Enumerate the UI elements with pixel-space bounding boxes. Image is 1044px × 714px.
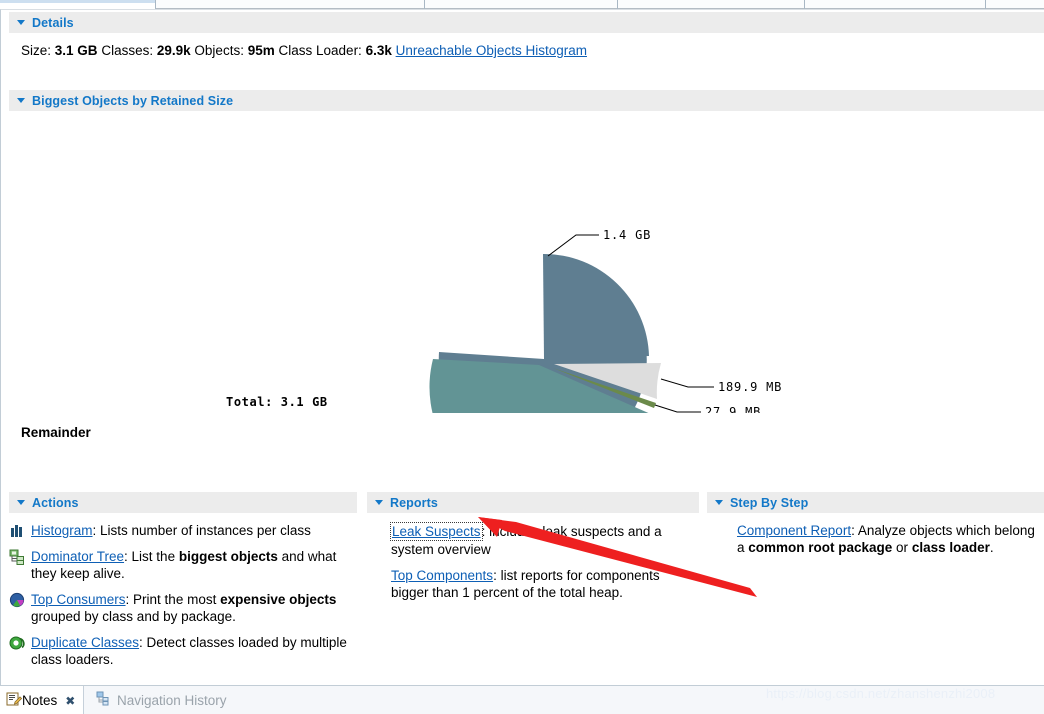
tab-navigation-history[interactable]: Navigation History xyxy=(88,686,235,714)
section-title-details: Details xyxy=(32,15,74,30)
histogram-link[interactable]: Histogram xyxy=(31,523,93,538)
details-classes-value: 29.9k xyxy=(156,43,191,58)
dominator-tree-icon xyxy=(9,549,25,565)
watermark: https://blog.csdn.net/zhanshenzhi2008 xyxy=(766,686,996,701)
action-text-duplicate-classes: Duplicate Classes: Detect classes loaded… xyxy=(31,634,357,668)
column-separator[interactable] xyxy=(985,0,986,9)
header-accent xyxy=(0,0,155,3)
action-text-top-consumers: Top Consumers: Print the most expensive … xyxy=(31,591,357,625)
report-item-top-components[interactable]: Top Components: list reports for compone… xyxy=(367,567,699,601)
component-report-link[interactable]: Component Report xyxy=(737,523,851,538)
chevron-down-icon[interactable] xyxy=(17,500,25,505)
dominator-tree-link[interactable]: Dominator Tree xyxy=(31,549,124,564)
column-separator[interactable] xyxy=(804,0,805,9)
details-summary: Size: 3.1 GB Classes: 29.9k Objects: 95m… xyxy=(21,43,587,58)
report-text-top-components: Top Components: list reports for compone… xyxy=(391,567,699,601)
section-header-reports[interactable]: Reports xyxy=(367,491,699,513)
section-title-biggest-objects: Biggest Objects by Retained Size xyxy=(32,93,234,108)
leader-line-slice-3 xyxy=(660,378,714,388)
column-separator[interactable] xyxy=(617,0,618,9)
chevron-down-icon[interactable] xyxy=(17,98,25,103)
component-report-desc-c: . xyxy=(989,540,994,555)
column-separator[interactable] xyxy=(155,0,156,9)
pie-label-slice-4: 27.9 MB xyxy=(705,405,761,413)
table-header-sliver xyxy=(0,0,1044,9)
report-item-leak-suspects[interactable]: Leak Suspects: includes leak suspects an… xyxy=(367,522,699,558)
section-header-step-by-step[interactable]: Step By Step xyxy=(707,491,1044,513)
action-item-dominator-tree[interactable]: Dominator Tree: List the biggest objects… xyxy=(9,548,357,582)
details-size-value: 3.1 GB xyxy=(54,43,98,58)
tab-notes[interactable]: Notes ✖ xyxy=(0,686,85,714)
details-objects-value: 95m xyxy=(247,43,275,58)
step-text-component-report: Component Report: Analyze objects which … xyxy=(737,522,1044,556)
top-components-link[interactable]: Top Components xyxy=(391,568,493,583)
step-item-component-report[interactable]: Component Report: Analyze objects which … xyxy=(707,522,1044,556)
action-item-duplicate-classes[interactable]: Duplicate Classes: Detect classes loaded… xyxy=(9,634,357,668)
pie-total-label: Total: 3.1 GB xyxy=(226,395,328,409)
histogram-icon xyxy=(9,523,25,539)
pie-label-slice-1: 1.4 GB xyxy=(603,228,651,242)
leak-suspects-link[interactable]: Leak Suspects xyxy=(390,522,483,541)
tab-navigation-history-label: Navigation History xyxy=(117,693,227,708)
remainder-label: Remainder xyxy=(21,425,91,440)
section-title-actions: Actions xyxy=(32,495,79,510)
section-title-reports: Reports xyxy=(390,495,438,510)
section-header-biggest-objects[interactable]: Biggest Objects by Retained Size xyxy=(9,89,1044,111)
component-report-desc-b: or xyxy=(892,540,912,555)
header-fill xyxy=(155,0,1044,9)
histogram-desc: : Lists number of instances per class xyxy=(92,523,311,538)
dominator-tree-desc-a: : List the xyxy=(124,549,179,564)
top-consumers-desc-b: grouped by class and by package. xyxy=(31,609,236,624)
details-classes-label: Classes: xyxy=(101,43,154,58)
report-text-leak-suspects: Leak Suspects: includes leak suspects an… xyxy=(390,522,699,558)
actions-section: Actions Histogram: Lists number of insta… xyxy=(9,491,357,677)
details-classloader-label: Class Loader: xyxy=(278,43,362,58)
reports-section: Reports Leak Suspects: includes leak sus… xyxy=(367,491,699,610)
notes-icon xyxy=(6,691,23,710)
retained-size-pie-chart[interactable]: 1.4 GB 1.4 GB 189.9 MB 27.9 MB xyxy=(9,113,1044,413)
component-report-bold-a: common root package xyxy=(748,540,893,555)
step-by-step-section: Step By Step Component Report: Analyze o… xyxy=(707,491,1044,565)
details-size-label: Size: xyxy=(21,43,52,58)
chevron-down-icon[interactable] xyxy=(715,500,723,505)
tab-notes-label: Notes xyxy=(22,693,58,708)
top-consumers-desc-bold: expensive objects xyxy=(220,592,337,607)
action-item-top-consumers[interactable]: Top Consumers: Print the most expensive … xyxy=(9,591,357,625)
action-text-dominator-tree: Dominator Tree: List the biggest objects… xyxy=(31,548,357,582)
top-consumers-link[interactable]: Top Consumers xyxy=(31,592,126,607)
component-report-bold-b: class loader xyxy=(911,540,990,555)
action-item-histogram[interactable]: Histogram: Lists number of instances per… xyxy=(9,522,357,539)
dominator-tree-desc-bold: biggest objects xyxy=(178,549,278,564)
unreachable-objects-histogram-link[interactable]: Unreachable Objects Histogram xyxy=(396,43,587,58)
section-title-step-by-step: Step By Step xyxy=(730,495,809,510)
leader-line-slice-1 xyxy=(547,234,599,257)
navigation-history-icon xyxy=(96,691,112,710)
overview-editor: Details Size: 3.1 GB Classes: 29.9k Obje… xyxy=(0,9,1044,685)
close-icon[interactable]: ✖ xyxy=(65,694,75,708)
details-classloader-value: 6.3k xyxy=(365,43,392,58)
pie-chart-svg: 1.4 GB 1.4 GB 189.9 MB 27.9 MB xyxy=(429,228,782,413)
section-header-details[interactable]: Details xyxy=(9,11,1044,33)
pie-label-slice-3: 189.9 MB xyxy=(718,380,782,394)
details-objects-label: Objects: xyxy=(194,43,244,58)
duplicate-classes-link[interactable]: Duplicate Classes xyxy=(31,635,139,650)
mat-overview-view: Details Size: 3.1 GB Classes: 29.9k Obje… xyxy=(0,0,1044,714)
section-header-actions[interactable]: Actions xyxy=(9,491,357,513)
top-consumers-desc-a: : Print the most xyxy=(125,592,221,607)
top-consumers-icon xyxy=(9,592,25,608)
column-separator[interactable] xyxy=(424,0,425,9)
duplicate-classes-icon xyxy=(9,635,25,651)
chevron-down-icon[interactable] xyxy=(17,20,25,25)
leader-line-slice-4 xyxy=(654,404,701,413)
action-text-histogram: Histogram: Lists number of instances per… xyxy=(31,522,357,539)
chevron-down-icon[interactable] xyxy=(375,500,383,505)
